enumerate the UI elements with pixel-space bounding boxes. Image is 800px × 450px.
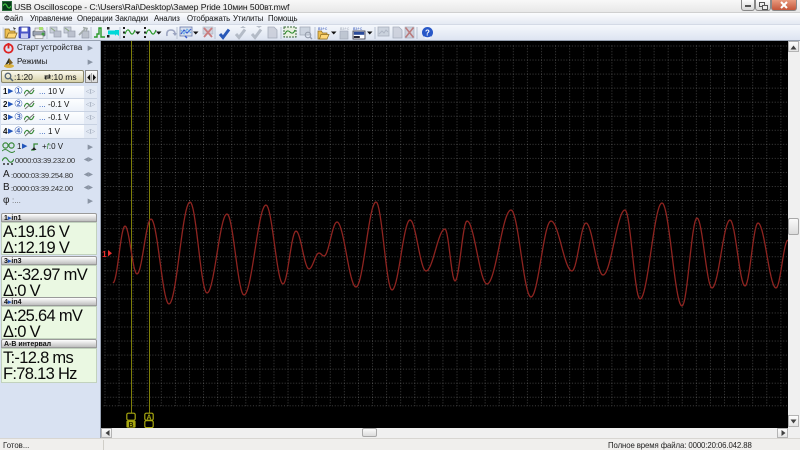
svg-text:вз+с: вз+с xyxy=(340,26,350,31)
svg-text:вз+с: вз+с xyxy=(318,26,328,31)
svg-text:вз+с: вз+с xyxy=(353,26,363,31)
svg-text:?: ? xyxy=(425,29,430,38)
svg-text:1: 1 xyxy=(102,249,107,259)
